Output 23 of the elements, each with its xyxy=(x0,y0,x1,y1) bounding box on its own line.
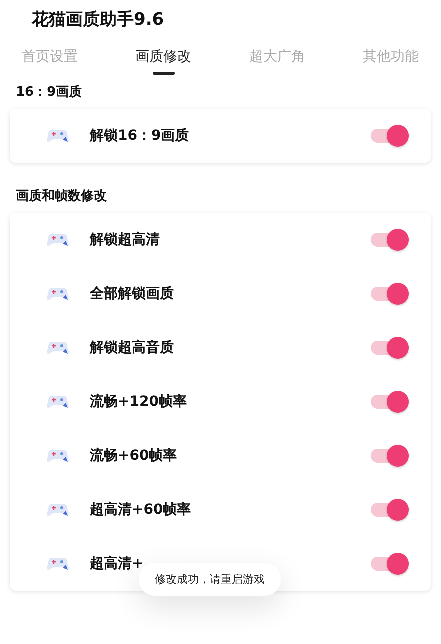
gamepad-icon xyxy=(46,556,70,572)
gamepad-icon xyxy=(46,232,70,248)
setting-label: 全部解锁画质 xyxy=(90,285,175,303)
setting-label: 流畅+60帧率 xyxy=(90,447,178,465)
section-heading: 画质和帧数修改 xyxy=(15,188,108,206)
tab[interactable]: 画质修改 xyxy=(136,48,192,75)
tab[interactable]: 其他功能 xyxy=(362,48,419,75)
setting-label: 解锁超高音质 xyxy=(90,339,175,357)
gamepad-icon xyxy=(46,340,70,356)
app-title: 花猫画质助手9.6 xyxy=(30,9,166,32)
gamepad-icon xyxy=(46,286,70,302)
gamepad-icon xyxy=(46,394,70,410)
tab[interactable]: 首页设置 xyxy=(22,48,78,75)
setting-label: 流畅+120帧率 xyxy=(90,393,188,411)
toast-message: 修改成功，请重启游戏 xyxy=(139,563,281,596)
tab[interactable]: 超大广角 xyxy=(249,48,306,75)
gamepad-icon xyxy=(46,448,70,464)
gamepad-icon xyxy=(46,502,70,518)
setting-label: 超高清+60帧率 xyxy=(90,501,192,519)
section-heading: 16：9画质 xyxy=(15,84,84,102)
gamepad-icon xyxy=(46,128,70,144)
setting-label: 解锁超高清 xyxy=(90,231,161,249)
setting-label: 解锁16：9画质 xyxy=(90,127,190,145)
